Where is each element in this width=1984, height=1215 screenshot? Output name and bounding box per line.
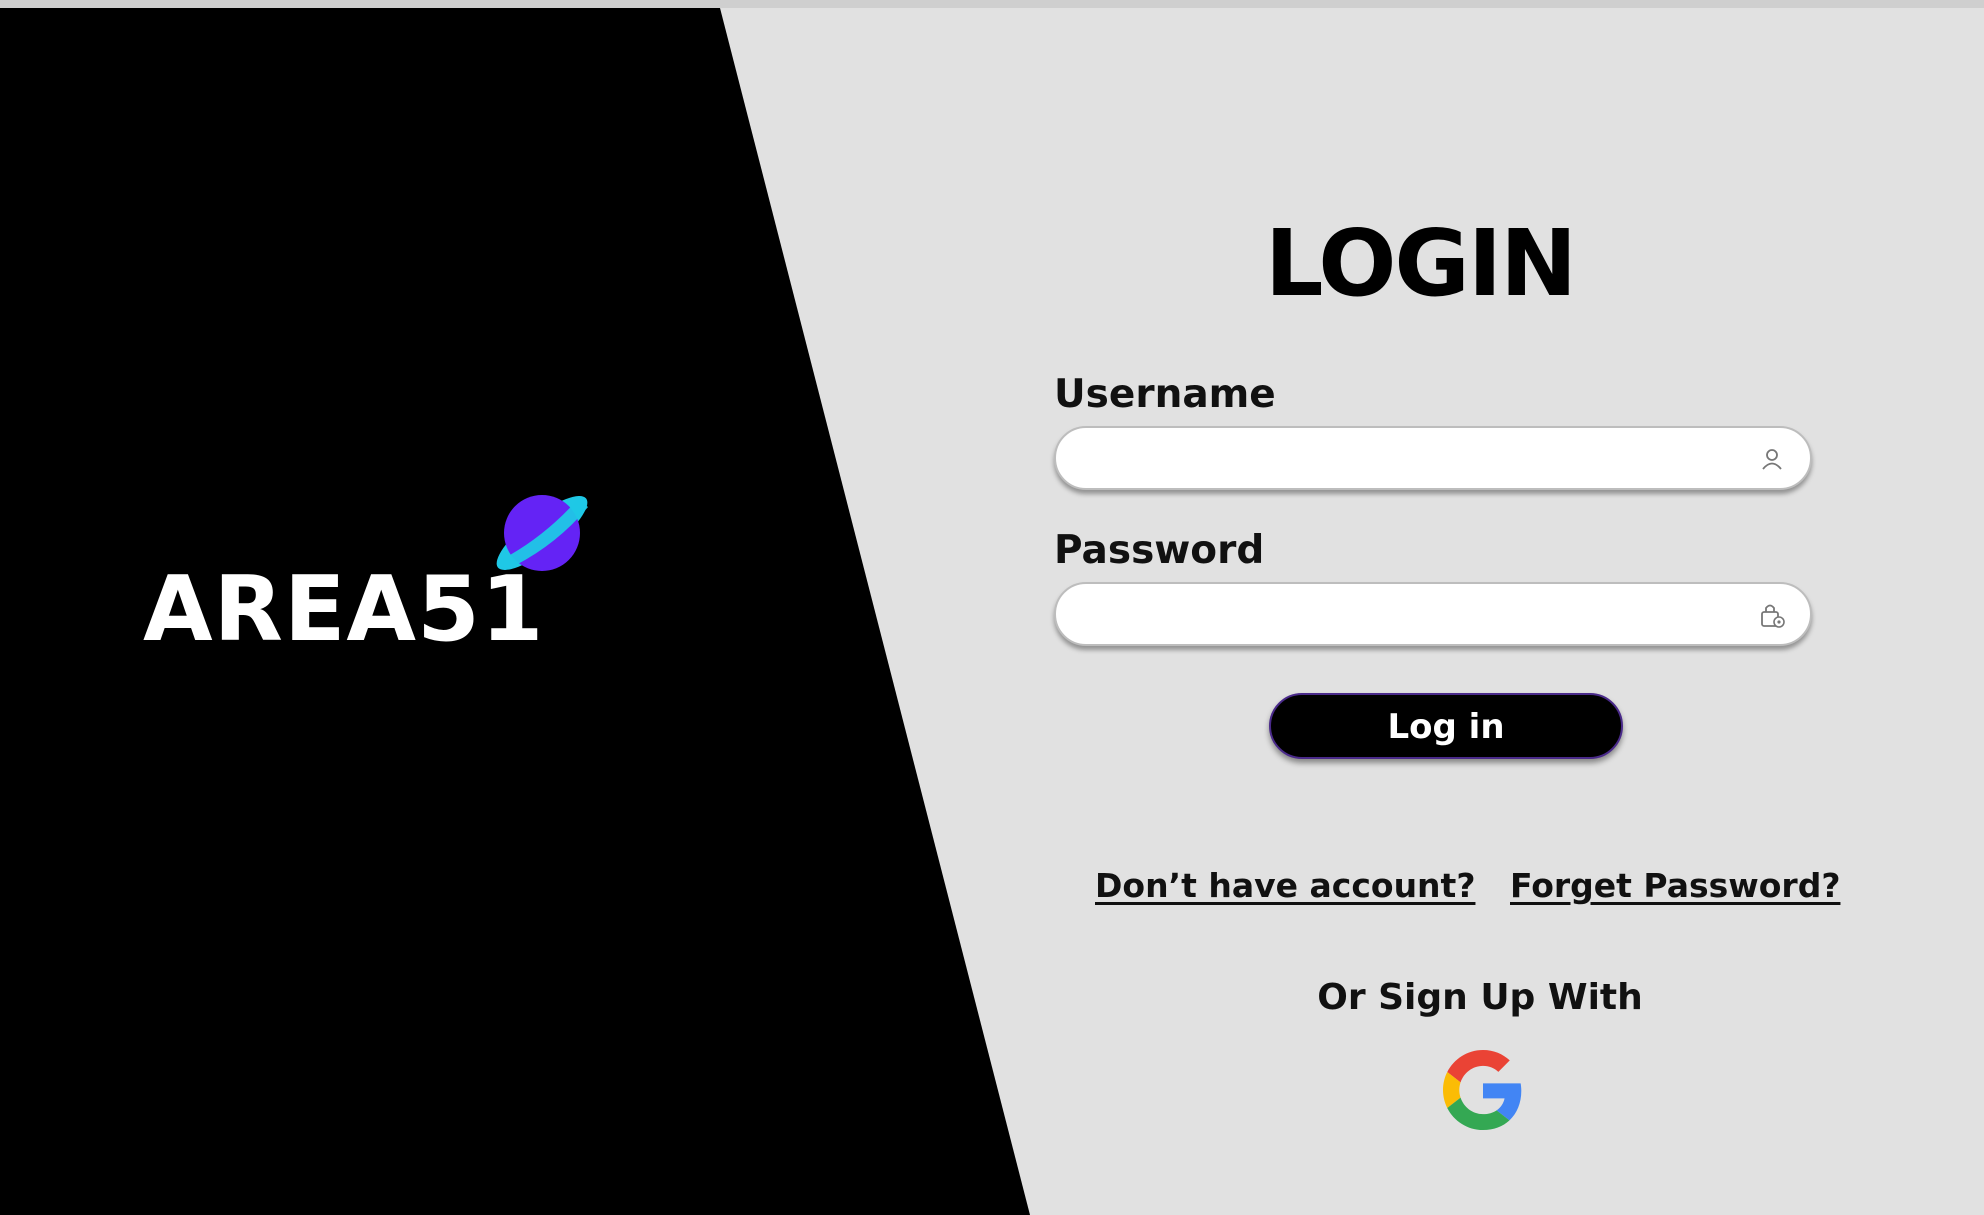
lock-icon xyxy=(1761,604,1785,628)
login-title: LOGIN xyxy=(1264,210,1577,317)
password-input[interactable] xyxy=(1080,584,1744,646)
google-icon[interactable] xyxy=(1443,1050,1523,1130)
username-label: Username xyxy=(1054,372,1276,417)
password-field[interactable] xyxy=(1054,582,1812,646)
alt-signup-label: Or Sign Up With xyxy=(1317,977,1643,1018)
top-strip xyxy=(0,0,1984,8)
login-page: AREA51 LOGIN Username Password Log in Do… xyxy=(0,0,1984,1215)
brand-wordmark: AREA51 xyxy=(143,557,545,662)
username-field[interactable] xyxy=(1054,426,1812,490)
forgot-password-link[interactable]: Forget Password? xyxy=(1510,869,1840,902)
signup-link[interactable]: Don’t have account? xyxy=(1095,869,1475,902)
planet-icon xyxy=(496,495,588,571)
login-button[interactable]: Log in xyxy=(1269,693,1623,759)
user-icon xyxy=(1762,449,1782,470)
password-label: Password xyxy=(1054,528,1265,573)
username-input[interactable] xyxy=(1080,428,1744,490)
